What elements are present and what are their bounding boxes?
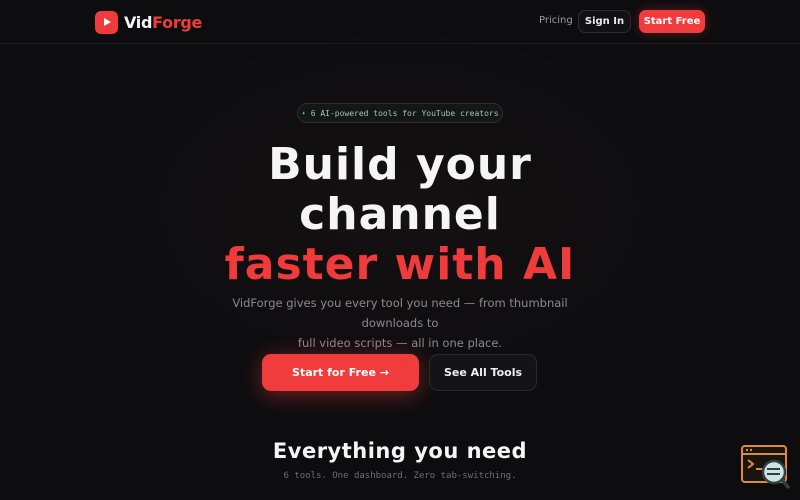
see-all-tools-button[interactable]: See All Tools bbox=[429, 354, 537, 391]
headline-line-1: Build your bbox=[268, 139, 532, 190]
brand-logo[interactable]: VidForge bbox=[95, 10, 202, 34]
headline-line-3: faster with AI bbox=[224, 239, 576, 290]
features-subtitle: 6 tools. One dashboard. Zero tab-switchi… bbox=[283, 471, 517, 481]
headline-line-2: channel bbox=[299, 189, 501, 240]
sign-in-button[interactable]: Sign In bbox=[578, 10, 631, 33]
start-free-button[interactable]: Start Free bbox=[639, 10, 705, 33]
subtitle-line-2: full video scripts — all in one place. bbox=[297, 336, 503, 350]
hero-subtitle: VidForge gives you every tool you need —… bbox=[200, 293, 600, 353]
top-nav: VidForge Pricing Sign In Start Free bbox=[0, 0, 800, 44]
terminal-search-icon[interactable] bbox=[741, 445, 791, 489]
sparkle-icon: ✦ bbox=[301, 109, 306, 117]
features-title: Everything you need bbox=[272, 439, 528, 463]
hero-badge-text: 6 AI-powered tools for YouTube creators bbox=[310, 108, 499, 118]
play-icon bbox=[95, 10, 118, 34]
start-for-free-button[interactable]: Start for Free → bbox=[262, 354, 419, 391]
brand-name: VidForge bbox=[124, 12, 203, 32]
hero-headline: Build your channel faster with AI bbox=[0, 140, 800, 290]
subtitle-line-1: VidForge gives you every tool you need —… bbox=[232, 296, 568, 330]
nav-pricing-link[interactable]: Pricing bbox=[539, 15, 573, 26]
hero-badge: ✦ 6 AI-powered tools for YouTube creator… bbox=[297, 103, 503, 123]
